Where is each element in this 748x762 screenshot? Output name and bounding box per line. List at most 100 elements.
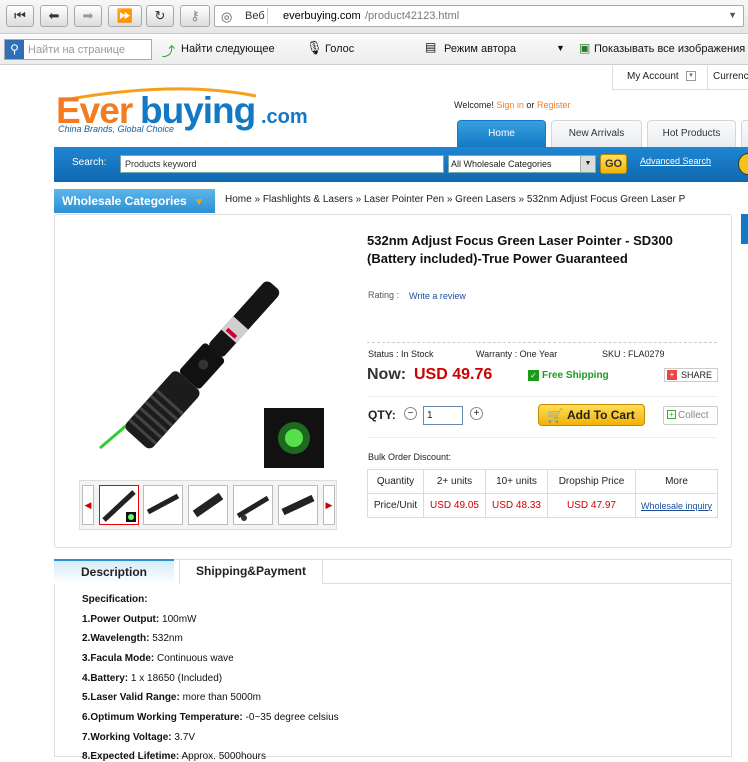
first-page-button[interactable]: ⏮ bbox=[6, 5, 34, 27]
free-shipping-badge: Free Shipping bbox=[542, 370, 609, 381]
back-button[interactable]: ⬅ bbox=[40, 5, 68, 27]
qty-decrease-button[interactable]: − bbox=[404, 407, 417, 420]
spec-item: 3.Facula Mode: Continuous wave bbox=[82, 653, 234, 664]
table-header: Dropship Price bbox=[547, 469, 636, 494]
divider bbox=[367, 437, 717, 438]
qty-increase-button[interactable]: + bbox=[470, 407, 483, 420]
voice-button[interactable]: Голос bbox=[325, 43, 354, 55]
search-input[interactable]: Products keyword bbox=[120, 155, 444, 173]
price: USD 49.76 bbox=[414, 366, 493, 383]
spec-key: 2.Wavelength: bbox=[82, 633, 150, 644]
spec-key: 6.Optimum Working Temperature: bbox=[82, 712, 243, 723]
chevron-down-icon[interactable]: ▾ bbox=[686, 71, 696, 81]
spec-value: 1 x 18650 (Included) bbox=[130, 673, 223, 684]
product-title-line1: 532nm Adjust Focus Green Laser Pointer -… bbox=[367, 233, 673, 248]
logo-tagline: China Brands, Global Choice bbox=[58, 124, 175, 134]
chevron-down-icon[interactable]: ▼ bbox=[580, 156, 595, 172]
thumbnail[interactable] bbox=[188, 485, 228, 525]
search-label: Search: bbox=[72, 157, 107, 168]
breadcrumb-green-lasers[interactable]: Green Lasers bbox=[455, 194, 516, 205]
author-mode-icon: ▤ bbox=[425, 40, 437, 54]
currency-selector[interactable]: Currenc bbox=[713, 71, 748, 82]
find-next-button[interactable]: Найти следующее bbox=[181, 43, 275, 55]
breadcrumb: Home » Flashlights & Lasers » Laser Poin… bbox=[225, 194, 686, 205]
image-icon: ▣ bbox=[579, 41, 591, 55]
table-header: Quantity bbox=[367, 469, 424, 494]
add-icon: + bbox=[667, 410, 676, 419]
chevron-down-icon[interactable]: ▼ bbox=[728, 10, 737, 20]
my-account-link[interactable]: My Account bbox=[627, 71, 679, 82]
add-to-cart-label: Add To Cart bbox=[567, 408, 635, 422]
thumbnail[interactable] bbox=[99, 485, 139, 525]
wholesale-inquiry-link[interactable]: Wholesale inquiry bbox=[635, 493, 718, 518]
address-path: /product42123.html bbox=[365, 10, 460, 22]
tab-new-arrivals[interactable]: New Arrivals bbox=[551, 120, 642, 147]
chevron-down-icon[interactable]: ▼ bbox=[556, 43, 565, 53]
category-select[interactable]: All Wholesale Categories ▼ bbox=[448, 155, 596, 173]
spec-item: 6.Optimum Working Temperature: -0~35 deg… bbox=[82, 712, 339, 723]
add-to-cart-button[interactable]: 🛒 Add To Cart bbox=[538, 404, 645, 426]
search-placeholder: Products keyword bbox=[125, 159, 197, 169]
thumbnail[interactable] bbox=[143, 485, 183, 525]
warranty-info: Warranty : One Year bbox=[476, 349, 558, 359]
tab-hot-products[interactable]: Hot Products bbox=[647, 120, 736, 147]
account-strip: My Account ▾ Currenc bbox=[612, 66, 748, 90]
spec-item: 1.Power Output: 100mW bbox=[82, 614, 196, 625]
breadcrumb-laser-pointer[interactable]: Laser Pointer Pen bbox=[364, 194, 444, 205]
chevron-down-icon: ▼ bbox=[194, 197, 204, 208]
collect-label: Collect bbox=[678, 410, 709, 421]
cart-icon: 🛒 bbox=[547, 408, 564, 423]
register-link[interactable]: Register bbox=[537, 100, 571, 110]
sign-in-link[interactable]: Sign in bbox=[496, 100, 524, 110]
go-button[interactable]: GO bbox=[600, 154, 627, 174]
table-row: Price/Unit USD 49.05 USD 48.33 USD 47.97… bbox=[367, 493, 718, 518]
thumbnail[interactable] bbox=[278, 485, 318, 525]
fast-forward-button[interactable]: ⏩ bbox=[108, 5, 142, 27]
reload-button[interactable]: ↻ bbox=[146, 5, 174, 27]
forward-button[interactable]: ➡ bbox=[74, 5, 102, 27]
tab-more[interactable] bbox=[741, 120, 748, 147]
thumb-prev-button[interactable]: ◀ bbox=[82, 485, 94, 525]
svg-text:.com: .com bbox=[261, 106, 308, 128]
advanced-search-link[interactable]: Advanced Search bbox=[640, 156, 711, 166]
find-input[interactable]: ⚲ Найти на странице bbox=[4, 39, 152, 60]
cart-badge-icon[interactable] bbox=[738, 153, 748, 175]
qty-input[interactable]: 1 bbox=[423, 406, 463, 425]
table-header: 2+ units bbox=[423, 469, 486, 494]
wholesale-categories-button[interactable]: Wholesale Categories ▼ bbox=[54, 189, 215, 213]
share-button[interactable]: + SHARE bbox=[664, 368, 718, 382]
find-placeholder: Найти на странице bbox=[28, 44, 125, 56]
spec-value: 532nm bbox=[152, 633, 183, 644]
breadcrumb-current: 532nm Adjust Focus Green Laser P bbox=[526, 194, 686, 205]
tab-shipping-payment[interactable]: Shipping&Payment bbox=[179, 559, 323, 584]
thumb-next-button[interactable]: ▶ bbox=[323, 485, 335, 525]
rating-label: Rating : bbox=[368, 290, 400, 300]
share-label: SHARE bbox=[681, 370, 713, 380]
globe-icon: ◎ bbox=[221, 9, 233, 24]
address-domain: everbuying.com bbox=[283, 10, 361, 22]
thumbnail[interactable] bbox=[233, 485, 273, 525]
breadcrumb-flashlights[interactable]: Flashlights & Lasers bbox=[263, 194, 353, 205]
author-mode-button[interactable]: Режим автора bbox=[444, 43, 516, 55]
side-panel-edge bbox=[741, 214, 748, 244]
spec-value: 3.7V bbox=[174, 732, 195, 743]
write-review-link[interactable]: Write a review bbox=[409, 291, 466, 301]
table-cell: USD 47.97 bbox=[547, 493, 636, 518]
spec-key: 4.Battery: bbox=[82, 673, 129, 684]
show-images-button[interactable]: Показывать все изображения bbox=[594, 43, 745, 55]
tab-description[interactable]: Description bbox=[54, 559, 174, 584]
stock-status: Status : In Stock bbox=[368, 349, 434, 359]
tab-home[interactable]: Home bbox=[457, 120, 546, 147]
key-icon[interactable]: ⚷ bbox=[180, 5, 210, 27]
collect-button[interactable]: + Collect bbox=[663, 406, 718, 425]
breadcrumb-home[interactable]: Home bbox=[225, 194, 252, 205]
or-label: or bbox=[526, 100, 535, 110]
site-logo[interactable]: Ever buying .com China Brands, Global Ch… bbox=[56, 86, 316, 136]
spec-item: 5.Laser Valid Range: more than 5000m bbox=[82, 692, 261, 703]
table-header: More bbox=[635, 469, 718, 494]
spec-value: Continuous wave bbox=[157, 653, 234, 664]
table-cell: USD 49.05 bbox=[423, 493, 486, 518]
address-bar[interactable]: ◎ Веб everbuying.com/product42123.html ▼ bbox=[214, 5, 744, 27]
spec-value: more than 5000m bbox=[182, 692, 261, 703]
spec-item: 2.Wavelength: 532nm bbox=[82, 633, 183, 644]
